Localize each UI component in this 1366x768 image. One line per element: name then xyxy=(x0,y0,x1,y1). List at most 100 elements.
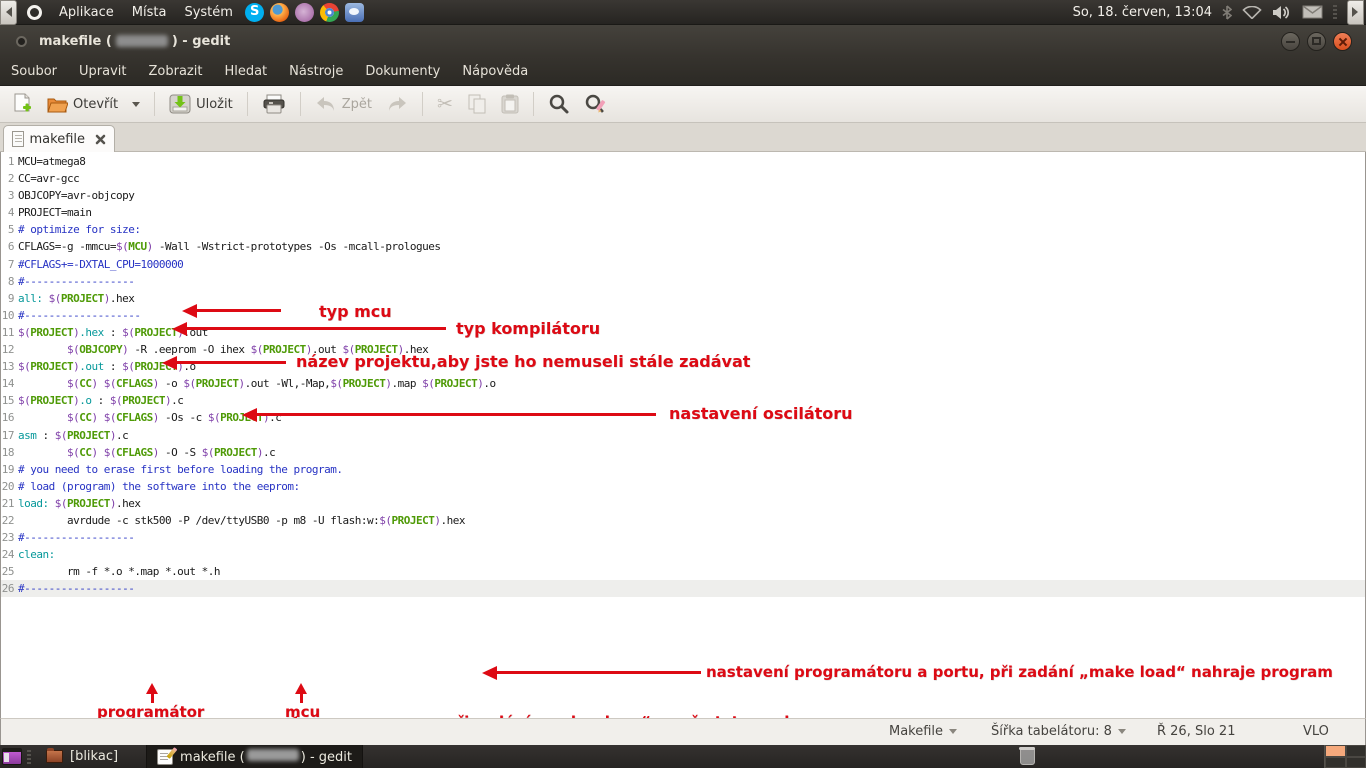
menu-soubor[interactable]: Soubor xyxy=(0,57,68,86)
panel-hide-button-left[interactable] xyxy=(0,0,17,25)
code-line[interactable]: 25 rm -f *.o *.map *.out *.h xyxy=(1,563,1365,580)
code-line[interactable]: 18 $(CC) $(CFLAGS) -O -S $(PROJECT).c xyxy=(1,444,1365,461)
copy-button[interactable] xyxy=(461,90,493,118)
pidgin-launcher-icon[interactable] xyxy=(295,3,314,22)
code-line[interactable]: 22 avrdude -c stk500 -P /dev/ttyUSB0 -p … xyxy=(1,512,1365,529)
code-line[interactable]: 24clean: xyxy=(1,546,1365,563)
bluetooth-icon[interactable] xyxy=(1222,5,1232,20)
code-line[interactable]: 6CFLAGS=-g -mmcu=$(MCU) -Wall -Wstrict-p… xyxy=(1,238,1365,255)
bottom-taskbar: [blikac] makefile () - gedit xyxy=(0,745,1366,768)
save-button[interactable]: Uložit xyxy=(163,90,239,118)
find-replace-button[interactable] xyxy=(578,89,614,119)
code-text: #------------------ xyxy=(17,580,134,597)
code-line[interactable]: 9all: $(PROJECT).hex xyxy=(1,290,1365,307)
close-button[interactable] xyxy=(1333,32,1352,51)
open-button-label: Otevřít xyxy=(73,97,118,112)
taskbar-grip[interactable] xyxy=(27,750,31,764)
code-text: $(OBJCOPY) -R .eeprom -O ihex $(PROJECT)… xyxy=(17,341,428,358)
menu-nastroje[interactable]: Nástroje xyxy=(278,57,354,86)
code-text: #------------------- xyxy=(17,307,140,324)
tab-close-icon[interactable] xyxy=(95,134,106,145)
redo-button[interactable] xyxy=(380,91,414,117)
window-titlebar[interactable]: makefile () - gedit xyxy=(0,25,1366,57)
menu-upravit[interactable]: Upravit xyxy=(68,57,137,86)
open-button[interactable]: Otevřít xyxy=(40,90,124,118)
line-number: 13 xyxy=(1,358,17,375)
window-selector-applet-icon[interactable] xyxy=(2,748,22,765)
code-line[interactable]: 13$(PROJECT).out : $(PROJECT).o xyxy=(1,358,1365,375)
code-line[interactable]: 4PROJECT=main xyxy=(1,204,1365,221)
menu-zobrazit[interactable]: Zobrazit xyxy=(137,57,213,86)
menu-dokumenty[interactable]: Dokumenty xyxy=(354,57,451,86)
window-menu-icon[interactable] xyxy=(16,36,27,47)
code-line[interactable]: 11$(PROJECT).hex : $(PROJECT).out xyxy=(1,324,1365,341)
taskbar-window-blikac[interactable]: [blikac] xyxy=(36,745,128,768)
panel-grip[interactable] xyxy=(1333,5,1337,19)
code-line[interactable]: 5# optimize for size: xyxy=(1,221,1365,238)
code-text: CFLAGS=-g -mmcu=$(MCU) -Wall -Wstrict-pr… xyxy=(17,238,440,255)
open-dropdown-button[interactable] xyxy=(126,94,146,115)
redacted-filename-blur xyxy=(247,749,299,761)
desktop-sharing-launcher-icon[interactable] xyxy=(345,3,364,22)
workspace-1-active[interactable] xyxy=(1325,745,1346,757)
code-line[interactable]: 7#CFLAGS+=-DXTAL_CPU=1000000 xyxy=(1,256,1365,273)
panel-menu-mista[interactable]: Místa xyxy=(123,0,176,25)
firefox-launcher-icon[interactable] xyxy=(270,3,289,22)
paste-button[interactable] xyxy=(495,90,525,118)
line-number: 8 xyxy=(1,273,17,290)
folder-icon xyxy=(46,750,63,763)
minimize-button[interactable] xyxy=(1281,32,1300,51)
trash-icon[interactable] xyxy=(1020,747,1035,765)
code-line[interactable]: 1MCU=atmega8 xyxy=(1,153,1365,170)
chevron-down-icon xyxy=(949,729,957,738)
code-line[interactable]: 10#------------------- xyxy=(1,307,1365,324)
panel-menu-system[interactable]: Systém xyxy=(175,0,241,25)
code-line[interactable]: 2CC=avr-gcc xyxy=(1,170,1365,187)
code-line[interactable]: 26#------------------ xyxy=(1,580,1365,597)
code-text: CC=avr-gcc xyxy=(17,170,79,187)
taskbar-window-gedit[interactable]: makefile () - gedit xyxy=(146,745,363,768)
language-selector[interactable]: Makefile xyxy=(889,724,957,739)
chrome-launcher-icon[interactable] xyxy=(320,3,339,22)
code-line[interactable]: 12 $(OBJCOPY) -R .eeprom -O ihex $(PROJE… xyxy=(1,341,1365,358)
panel-hide-button-right[interactable] xyxy=(1347,0,1364,25)
find-button[interactable] xyxy=(542,89,576,119)
code-area[interactable]: 1MCU=atmega82CC=avr-gcc3OBJCOPY=avr-objc… xyxy=(1,153,1365,597)
code-line[interactable]: 21load: $(PROJECT).hex xyxy=(1,495,1365,512)
code-text: # load (program) the software into the e… xyxy=(17,478,300,495)
tab-makefile[interactable]: makefile xyxy=(3,125,115,152)
panel-menu-aplikace[interactable]: Aplikace xyxy=(50,0,123,25)
skype-launcher-icon[interactable] xyxy=(245,3,264,22)
workspace-4[interactable] xyxy=(1346,757,1366,768)
tab-width-selector[interactable]: Šířka tabelátoru: 8 xyxy=(991,724,1126,739)
volume-icon[interactable] xyxy=(1272,5,1292,20)
ubuntu-logo-icon xyxy=(27,5,42,20)
wifi-icon[interactable] xyxy=(1242,6,1262,19)
workspace-2[interactable] xyxy=(1346,745,1366,757)
code-line[interactable]: 17asm : $(PROJECT).c xyxy=(1,427,1365,444)
undo-button[interactable]: Zpět xyxy=(309,91,378,117)
code-line[interactable]: 3OBJCOPY=avr-objcopy xyxy=(1,187,1365,204)
line-number: 18 xyxy=(1,444,17,461)
code-line[interactable]: 19# you need to erase first before loadi… xyxy=(1,461,1365,478)
code-line[interactable]: 16 $(CC) $(CFLAGS) -Os -c $(PROJECT).c xyxy=(1,409,1365,426)
text-editor-area[interactable]: 1MCU=atmega82CC=avr-gcc3OBJCOPY=avr-objc… xyxy=(0,152,1366,718)
menu-hledat[interactable]: Hledat xyxy=(213,57,278,86)
line-number: 11 xyxy=(1,324,17,341)
new-document-button[interactable] xyxy=(8,89,38,119)
workspace-switcher[interactable] xyxy=(1324,745,1366,768)
code-line[interactable]: 20# load (program) the software into the… xyxy=(1,478,1365,495)
maximize-button[interactable] xyxy=(1307,32,1326,51)
code-line[interactable]: 8#------------------ xyxy=(1,273,1365,290)
code-line[interactable]: 15$(PROJECT).o : $(PROJECT).c xyxy=(1,392,1365,409)
code-line[interactable]: 14 $(CC) $(CFLAGS) -o $(PROJECT).out -Wl… xyxy=(1,375,1365,392)
code-text: $(CC) $(CFLAGS) -O -S $(PROJECT).c xyxy=(17,444,275,461)
code-line[interactable]: 23#------------------ xyxy=(1,529,1365,546)
taskbar-window-label: [blikac] xyxy=(70,749,118,764)
clock[interactable]: So, 18. červen, 13:04 xyxy=(1073,5,1212,20)
mail-icon[interactable] xyxy=(1302,5,1323,19)
print-button[interactable] xyxy=(256,90,292,118)
cut-button[interactable]: ✂ xyxy=(431,89,459,119)
menu-napoveda[interactable]: Nápověda xyxy=(451,57,539,86)
workspace-3[interactable] xyxy=(1325,757,1346,768)
